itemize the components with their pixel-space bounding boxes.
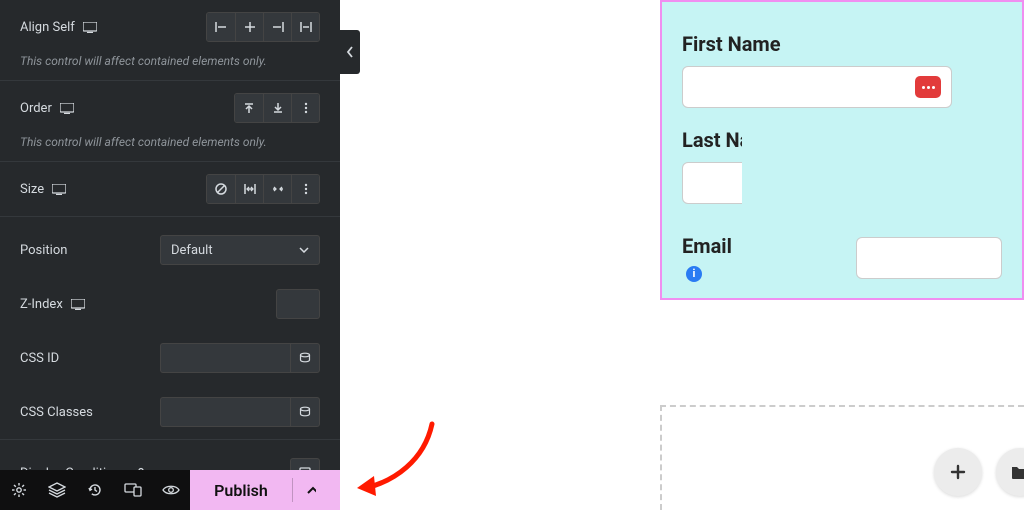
align-self-label: Align Self (20, 20, 130, 35)
bottom-toolbar: Publish (0, 470, 340, 510)
order-buttons (234, 93, 320, 123)
cssclasses-input[interactable] (160, 397, 290, 427)
zindex-input[interactable] (276, 289, 320, 319)
order-note: This control will affect contained eleme… (0, 135, 340, 162)
caret-down-icon (299, 247, 309, 253)
responsive-icon[interactable] (71, 299, 85, 310)
size-grow-button[interactable] (235, 175, 263, 203)
last-name-label: Last Name (682, 128, 742, 152)
first-name-label: First Name (682, 32, 952, 56)
align-end-button[interactable] (263, 13, 291, 41)
size-none-button[interactable] (207, 175, 235, 203)
navigator-icon[interactable] (38, 470, 76, 510)
publish-chevron-up-icon[interactable] (292, 478, 316, 502)
size-buttons (206, 174, 320, 204)
editor-panel: Align Self This control will affect cont… (0, 0, 340, 470)
history-icon[interactable] (76, 470, 114, 510)
fab-row (934, 448, 1024, 496)
position-value: Default (171, 243, 213, 258)
align-self-buttons (206, 12, 320, 42)
position-select[interactable]: Default (160, 235, 320, 265)
dynamic-tag-button[interactable] (290, 397, 320, 427)
order-start-button[interactable] (235, 94, 263, 122)
last-name-input[interactable] (682, 162, 742, 204)
settings-icon[interactable] (0, 470, 38, 510)
arrow-annotation (354, 416, 444, 506)
cssclasses-label: CSS Classes (20, 405, 130, 420)
row-zindex: Z-Index (0, 277, 340, 331)
order-label: Order (20, 101, 130, 116)
cssid-label: CSS ID (20, 351, 130, 366)
email-label: Emaili (682, 234, 746, 282)
row-display-conditions: Display Conditions (0, 440, 340, 470)
password-manager-icon[interactable] (915, 76, 941, 98)
publish-label: Publish (214, 481, 268, 500)
row-cssclasses: CSS Classes (0, 385, 340, 440)
cssid-input[interactable] (160, 343, 290, 373)
field-last-name: Last Name (682, 128, 742, 204)
row-order: Order (0, 81, 340, 135)
display-conditions-button[interactable] (290, 458, 320, 470)
email-input[interactable] (856, 237, 1002, 279)
dynamic-tag-button[interactable] (290, 343, 320, 373)
preview-icon[interactable] (152, 470, 190, 510)
size-label: Size (20, 182, 130, 197)
publish-button[interactable]: Publish (190, 470, 340, 510)
info-icon[interactable]: i (686, 266, 702, 282)
row-size: Size (0, 162, 340, 217)
align-start-button[interactable] (207, 13, 235, 41)
size-more-button[interactable] (291, 175, 319, 203)
row-align-self: Align Self (0, 0, 340, 54)
size-shrink-button[interactable] (263, 175, 291, 203)
order-more-button[interactable] (291, 94, 319, 122)
order-end-button[interactable] (263, 94, 291, 122)
panel-collapse-tab[interactable] (340, 30, 360, 74)
form-preview: First Name Last Name Emaili (660, 0, 1024, 300)
row-position: Position Default (0, 217, 340, 277)
responsive-mode-icon[interactable] (114, 470, 152, 510)
responsive-icon[interactable] (60, 103, 74, 114)
field-first-name: First Name (682, 32, 952, 108)
align-self-note: This control will affect contained eleme… (0, 54, 340, 81)
folder-button[interactable] (996, 448, 1024, 496)
responsive-icon[interactable] (83, 22, 97, 33)
responsive-icon[interactable] (52, 184, 66, 195)
align-stretch-button[interactable] (291, 13, 319, 41)
row-cssid: CSS ID (0, 331, 340, 385)
field-email: Emaili (682, 234, 1002, 282)
align-center-button[interactable] (235, 13, 263, 41)
zindex-label: Z-Index (20, 297, 130, 312)
add-widget-button[interactable] (934, 448, 982, 496)
first-name-input[interactable] (682, 66, 952, 108)
position-label: Position (20, 243, 130, 258)
